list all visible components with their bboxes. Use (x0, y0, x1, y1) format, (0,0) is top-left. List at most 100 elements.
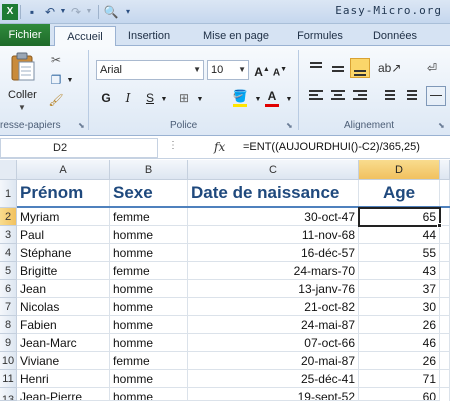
cell-sexe[interactable]: femme (110, 208, 188, 226)
tab-donnees[interactable]: Données (362, 26, 428, 46)
cell-age[interactable]: 44 (359, 226, 440, 244)
empty-cell[interactable] (440, 370, 450, 388)
font-launcher-icon[interactable]: ⬊ (286, 121, 293, 130)
cell-sexe[interactable]: homme (110, 334, 188, 352)
cell-sexe[interactable]: homme (110, 316, 188, 334)
shrink-font-icon[interactable]: A▼ (272, 61, 288, 79)
empty-cell[interactable] (440, 226, 450, 244)
clipboard-launcher-icon[interactable]: ⬊ (78, 121, 85, 130)
header-age[interactable]: Age (359, 180, 440, 208)
cell-date-naissance[interactable]: 16-déc-57 (188, 244, 359, 262)
cell-prenom[interactable]: Jean-Marc (17, 334, 110, 352)
empty-cell[interactable] (440, 334, 450, 352)
redo-dropdown-icon[interactable]: ▼ (81, 4, 97, 20)
cell-sexe[interactable]: homme (110, 244, 188, 262)
wrap-text-icon[interactable]: ⏎ (424, 59, 440, 77)
cell-sexe[interactable]: homme (110, 298, 188, 316)
increase-indent-button[interactable] (400, 86, 420, 106)
cell-prenom[interactable]: Myriam (17, 208, 110, 226)
empty-cell[interactable] (440, 180, 450, 208)
borders-dropdown-icon[interactable]: ▼ (192, 91, 208, 109)
header-sexe[interactable]: Sexe (110, 180, 188, 208)
cell-prenom[interactable]: Jean (17, 280, 110, 298)
save-icon[interactable]: ▪ (24, 4, 40, 20)
cell-sexe[interactable]: homme (110, 226, 188, 244)
empty-cell[interactable] (440, 316, 450, 334)
align-bottom-button[interactable] (350, 58, 370, 78)
alignment-launcher-icon[interactable]: ⬊ (438, 121, 445, 130)
borders-icon[interactable]: ⊞ (176, 89, 192, 107)
cell-date-naissance[interactable]: 20-mai-87 (188, 352, 359, 370)
formula-input[interactable]: =ENT((AUJOURDHUI()-C2)/365,25) (243, 141, 420, 153)
font-color-dropdown-icon[interactable]: ▼ (281, 91, 297, 109)
header-prenom[interactable]: Prénom (17, 180, 110, 208)
print-preview-icon[interactable]: 🔍 (103, 4, 119, 20)
bold-button[interactable]: G (98, 89, 114, 107)
cell-age[interactable]: 43 (359, 262, 440, 280)
row-header[interactable]: 4 (0, 244, 17, 262)
cell-sexe[interactable]: femme (110, 262, 188, 280)
cell-age[interactable]: 55 (359, 244, 440, 262)
tab-mise-en-page[interactable]: Mise en page (192, 26, 280, 46)
row-header[interactable]: 8 (0, 316, 17, 334)
cell-age[interactable]: 46 (359, 334, 440, 352)
fill-color-icon[interactable]: 🪣 (232, 87, 248, 105)
header-date-naissance[interactable]: Date de naissance (188, 180, 359, 208)
empty-cell[interactable] (440, 352, 450, 370)
excel-icon[interactable]: X (2, 4, 18, 20)
row-header[interactable]: 3 (0, 226, 17, 244)
font-name-select[interactable]: Arial ▼ (96, 60, 204, 80)
insert-function-button[interactable]: fx (214, 140, 225, 154)
align-right-button[interactable] (350, 86, 370, 106)
column-header-d[interactable]: D (359, 160, 440, 180)
partial-cell[interactable] (17, 388, 110, 401)
row-header[interactable]: 9 (0, 334, 17, 352)
cell-date-naissance[interactable]: 21-oct-82 (188, 298, 359, 316)
cell-date-naissance[interactable]: 13-janv-76 (188, 280, 359, 298)
fill-handle[interactable] (437, 223, 442, 228)
merge-center-button[interactable] (426, 86, 446, 106)
cell-age[interactable]: 26 (359, 316, 440, 334)
font-color-icon[interactable]: A (264, 87, 280, 105)
cell-date-naissance[interactable]: 25-déc-41 (188, 370, 359, 388)
row-header[interactable]: 6 (0, 280, 17, 298)
name-box[interactable]: D2 (0, 138, 158, 158)
empty-cell[interactable] (440, 244, 450, 262)
align-center-button[interactable] (328, 86, 348, 106)
partial-cell[interactable] (110, 388, 188, 401)
partial-cell[interactable] (188, 388, 359, 401)
cell-prenom[interactable]: Henri (17, 370, 110, 388)
column-header-a[interactable]: A (17, 160, 110, 180)
cell-sexe[interactable]: femme (110, 352, 188, 370)
font-size-select[interactable]: 10 ▼ (207, 60, 249, 80)
paste-icon[interactable] (10, 52, 36, 82)
row-header[interactable]: 2 (0, 208, 17, 226)
cell-date-naissance[interactable]: 30-oct-47 (188, 208, 359, 226)
row-header[interactable]: 10 (0, 352, 17, 370)
column-header-c[interactable]: C (188, 160, 359, 180)
tab-accueil[interactable]: Accueil (54, 26, 116, 47)
align-top-button[interactable] (306, 58, 326, 78)
align-left-button[interactable] (306, 86, 326, 106)
row-header-1[interactable]: 1 (0, 180, 17, 208)
align-middle-button[interactable] (328, 58, 348, 78)
tab-insertion[interactable]: Insertion (118, 26, 180, 46)
cell-prenom[interactable]: Nicolas (17, 298, 110, 316)
cell-age[interactable]: 26 (359, 352, 440, 370)
cut-icon[interactable]: ✂ (48, 52, 64, 68)
cell-sexe[interactable]: homme (110, 370, 188, 388)
underline-dropdown-icon[interactable]: ▼ (156, 91, 172, 109)
row-header[interactable]: 11 (0, 370, 17, 388)
row-header-13[interactable]: 13 (0, 388, 17, 401)
tab-fichier[interactable]: Fichier (0, 24, 50, 46)
cell-date-naissance[interactable]: 11-nov-68 (188, 226, 359, 244)
cell-date-naissance[interactable]: 24-mars-70 (188, 262, 359, 280)
empty-cell[interactable] (440, 262, 450, 280)
cell-date-naissance[interactable]: 24-mai-87 (188, 316, 359, 334)
italic-button[interactable]: I (120, 89, 136, 107)
column-header-b[interactable]: B (110, 160, 188, 180)
cell-age[interactable]: 37 (359, 280, 440, 298)
empty-cell[interactable] (440, 280, 450, 298)
empty-cell[interactable] (440, 388, 450, 401)
row-header[interactable]: 7 (0, 298, 17, 316)
